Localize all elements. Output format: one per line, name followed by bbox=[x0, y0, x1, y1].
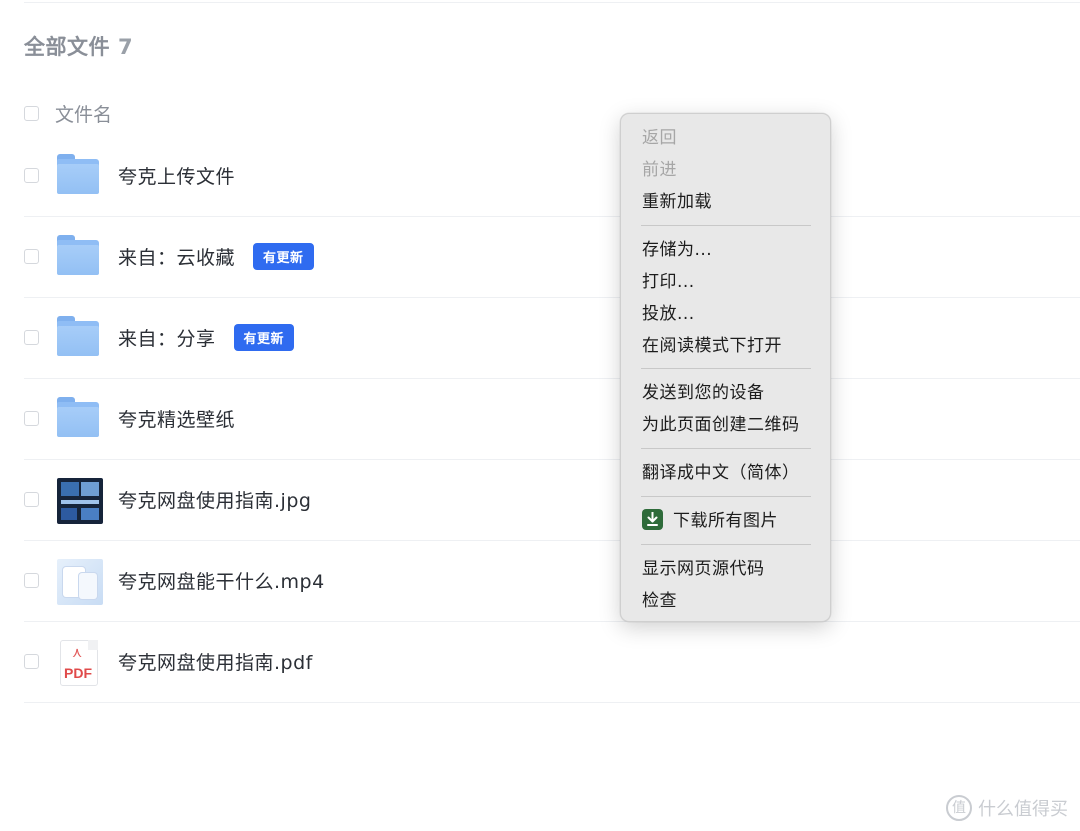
menu-separator bbox=[641, 368, 811, 369]
menu-item-view-source[interactable]: 显示网页源代码 bbox=[642, 555, 765, 583]
menu-item-inspect[interactable]: 检查 bbox=[642, 587, 677, 615]
list-header: 文件名 bbox=[24, 100, 112, 126]
menu-separator bbox=[641, 544, 811, 545]
row-checkbox[interactable] bbox=[24, 411, 39, 426]
row-checkbox[interactable] bbox=[24, 168, 39, 183]
menu-item-reader-mode[interactable]: 在阅读模式下打开 bbox=[642, 332, 782, 360]
watermark-logo: 值 bbox=[946, 795, 972, 821]
file-name[interactable]: 夸克网盘能干什么.mp4 bbox=[118, 567, 325, 594]
pdf-icon: ⋏ PDF bbox=[57, 640, 101, 686]
column-header-filename[interactable]: 文件名 bbox=[55, 100, 112, 127]
update-badge: 有更新 bbox=[233, 324, 295, 351]
menu-item-download-images[interactable]: 下载所有图片 bbox=[642, 507, 778, 535]
row-checkbox[interactable] bbox=[24, 330, 39, 345]
watermark: 值 什么值得买 bbox=[946, 795, 1068, 821]
row-checkbox[interactable] bbox=[24, 249, 39, 264]
video-thumbnail bbox=[57, 559, 103, 605]
file-row[interactable]: 夸克网盘能干什么.mp4 bbox=[24, 541, 1080, 622]
file-name[interactable]: 夸克网盘使用指南.pdf bbox=[118, 648, 313, 675]
menu-item-reload[interactable]: 重新加载 bbox=[642, 188, 712, 216]
file-list: 夸克上传文件 来自：云收藏 有更新 来自：分享 有更新 夸克精选壁纸 夸克网盘使用指… bbox=[24, 136, 1080, 703]
page-title-text: 全部文件 bbox=[24, 35, 110, 59]
folder-icon bbox=[57, 397, 101, 441]
menu-item-send-to-devices[interactable]: 发送到您的设备 bbox=[642, 379, 765, 407]
row-checkbox[interactable] bbox=[24, 492, 39, 507]
menu-item-save-as[interactable]: 存储为... bbox=[642, 236, 712, 264]
menu-item-forward[interactable]: 前进 bbox=[642, 156, 677, 184]
file-name[interactable]: 夸克网盘使用指南.jpg bbox=[118, 486, 311, 513]
menu-item-download-images-label: 下载所有图片 bbox=[673, 511, 778, 531]
folder-icon bbox=[57, 235, 101, 279]
menu-separator bbox=[641, 448, 811, 449]
image-thumbnail bbox=[57, 478, 103, 524]
file-name[interactable]: 来自：分享 有更新 bbox=[118, 324, 295, 351]
menu-item-back[interactable]: 返回 bbox=[642, 124, 677, 152]
row-checkbox[interactable] bbox=[24, 573, 39, 588]
page-title: 全部文件 7 bbox=[24, 31, 133, 61]
folder-icon bbox=[57, 154, 101, 198]
file-row[interactable]: ⋏ PDF 夸克网盘使用指南.pdf bbox=[24, 622, 1080, 703]
menu-item-cast[interactable]: 投放... bbox=[642, 300, 695, 328]
update-badge: 有更新 bbox=[253, 243, 314, 270]
file-count: 7 bbox=[118, 35, 134, 59]
top-divider bbox=[24, 2, 1080, 3]
file-row[interactable]: 来自：分享 有更新 bbox=[24, 298, 1080, 379]
download-icon bbox=[642, 509, 663, 530]
menu-separator bbox=[641, 225, 811, 226]
menu-item-print[interactable]: 打印... bbox=[642, 268, 695, 296]
file-name[interactable]: 夸克精选壁纸 bbox=[118, 405, 235, 432]
file-name[interactable]: 来自：云收藏 有更新 bbox=[118, 243, 314, 270]
file-name[interactable]: 夸克上传文件 bbox=[118, 162, 235, 189]
menu-item-translate[interactable]: 翻译成中文（简体） bbox=[642, 459, 800, 487]
file-row[interactable]: 夸克上传文件 bbox=[24, 136, 1080, 217]
context-menu: 返回 前进 重新加载 存储为... 打印... 投放... 在阅读模式下打开 发… bbox=[620, 113, 831, 622]
select-all-checkbox[interactable] bbox=[24, 105, 39, 121]
row-checkbox[interactable] bbox=[24, 654, 39, 669]
file-row[interactable]: 夸克网盘使用指南.jpg bbox=[24, 460, 1080, 541]
file-row[interactable]: 来自：云收藏 有更新 bbox=[24, 217, 1080, 298]
folder-icon bbox=[57, 316, 101, 360]
menu-separator bbox=[641, 496, 811, 497]
file-row[interactable]: 夸克精选壁纸 bbox=[24, 379, 1080, 460]
menu-item-create-qr[interactable]: 为此页面创建二维码 bbox=[642, 411, 800, 439]
watermark-text: 什么值得买 bbox=[978, 799, 1068, 820]
